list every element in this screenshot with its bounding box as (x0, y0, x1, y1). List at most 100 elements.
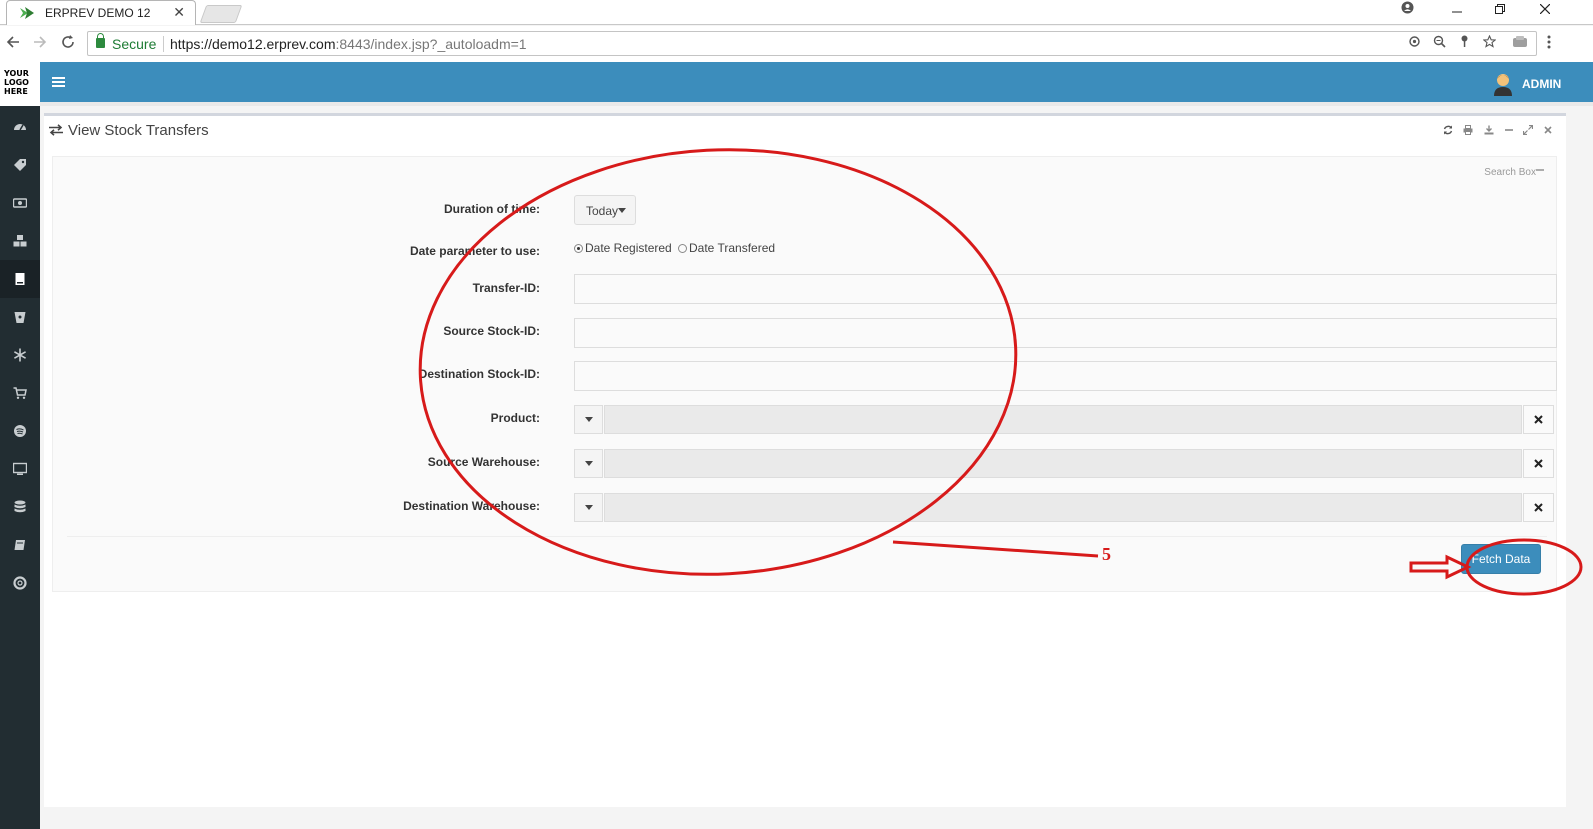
transfer-id-input[interactable] (574, 274, 1557, 304)
book-icon (15, 273, 25, 285)
window-close-icon[interactable] (1535, 1, 1555, 17)
user-name[interactable]: ADMIN (1522, 77, 1561, 91)
bitbucket-icon (14, 312, 26, 323)
radio-date-registered[interactable]: Date Registered (574, 241, 672, 255)
lock-icon (96, 33, 105, 48)
tab-title: ERPREV DEMO 12 (45, 6, 151, 20)
date-parameter-label: Date parameter to use: (409, 244, 540, 258)
download-icon[interactable] (1484, 125, 1494, 138)
caret-down-icon (584, 505, 593, 510)
url-path: :8443/index.jsp?_autoloadm=1 (335, 36, 527, 52)
product-select[interactable] (604, 405, 1522, 434)
close-icon[interactable] (1543, 125, 1553, 138)
sidebar-item-book[interactable] (0, 260, 40, 298)
forward-icon[interactable] (33, 33, 47, 54)
page-title: View Stock Transfers (68, 122, 209, 139)
clear-icon (1534, 459, 1543, 468)
source-warehouse-label: Source Warehouse: (427, 455, 540, 469)
search-box-title: Search Box (1484, 167, 1536, 178)
window-restore-icon[interactable] (1490, 1, 1510, 17)
fetch-data-button[interactable]: Fetch Data (1461, 544, 1541, 574)
logo-line: HERE (4, 87, 28, 96)
product-label: Product: (490, 411, 540, 425)
sidebar-item-desktop[interactable] (0, 450, 40, 488)
chrome-menu-icon[interactable] (1547, 35, 1551, 52)
profile-icon[interactable] (1397, 1, 1417, 17)
box-header: View Stock Transfers (48, 122, 209, 139)
source-warehouse-clear-button[interactable] (1523, 449, 1554, 478)
address-bar[interactable]: Secure https://demo12.erprev.com:8443/in… (87, 31, 1537, 56)
caret-down-icon (584, 461, 593, 466)
new-tab-button[interactable] (199, 5, 243, 23)
window-minimize-icon[interactable] (1447, 1, 1467, 17)
bookmark-star-icon[interactable] (1482, 34, 1497, 51)
caret-down-icon (584, 417, 593, 422)
reload-icon[interactable] (61, 33, 75, 54)
sidebar-item-cart[interactable] (0, 374, 40, 412)
tag-icon (14, 159, 26, 171)
sidebar-item-tags[interactable] (0, 146, 40, 184)
radio-date-transfered[interactable]: Date Transfered (678, 241, 775, 255)
form-divider (67, 536, 1547, 537)
sidebar-item-spotify[interactable] (0, 412, 40, 450)
key-icon[interactable] (1458, 35, 1471, 51)
desktop-icon (13, 462, 27, 475)
radio-checked-icon[interactable] (574, 244, 583, 253)
product-clear-button[interactable] (1523, 405, 1554, 434)
destination-warehouse-label: Destination Warehouse: (403, 499, 540, 513)
logo-line: YOUR (4, 69, 29, 78)
sidebar-item-dashboard[interactable] (0, 108, 40, 146)
caret-down-icon (618, 208, 627, 213)
source-stock-id-input[interactable] (574, 318, 1557, 348)
radio-date-transfered-label: Date Transfered (689, 241, 776, 255)
dashboard-icon (14, 124, 26, 131)
sidebar-item-support[interactable] (0, 564, 40, 602)
destination-warehouse-clear-button[interactable] (1523, 493, 1554, 522)
destination-warehouse-dropdown-button[interactable] (574, 493, 603, 522)
minimize-icon[interactable] (1504, 125, 1514, 138)
url-host: https://demo12.erprev.com (170, 36, 336, 52)
sidebar-item-ledger[interactable] (0, 526, 40, 564)
cubes-icon (13, 235, 27, 247)
exchange-icon (49, 124, 63, 136)
product-dropdown-button[interactable] (574, 405, 603, 434)
location-icon[interactable] (1408, 35, 1421, 51)
expand-icon[interactable] (1522, 124, 1534, 138)
destination-stock-id-label: Destination Stock-ID: (418, 367, 540, 381)
book-open-icon (14, 540, 25, 550)
zoom-icon[interactable] (1433, 35, 1446, 51)
url-text[interactable]: https://demo12.erprev.com:8443/index.jsp… (170, 36, 527, 52)
address-separator (163, 36, 164, 52)
browser-tab[interactable]: ERPREV DEMO 12 ✕ (6, 0, 196, 25)
source-warehouse-select[interactable] (604, 449, 1522, 478)
browser-tab-strip: ERPREV DEMO 12 ✕ (0, 0, 1593, 25)
spotify-icon (14, 425, 26, 437)
search-box-label[interactable]: Search Box (1484, 167, 1544, 178)
clear-icon (1534, 503, 1543, 512)
database-icon (14, 500, 26, 513)
destination-stock-id-input[interactable] (574, 361, 1557, 391)
sidebar-item-database[interactable] (0, 488, 40, 526)
print-icon[interactable] (1463, 125, 1473, 138)
duration-dropdown[interactable]: Today (574, 195, 636, 225)
snowflake-icon (14, 348, 26, 362)
sidebar-item-bitbucket[interactable] (0, 298, 40, 336)
tab-close-icon[interactable]: ✕ (173, 4, 185, 21)
radio-unchecked-icon[interactable] (678, 244, 687, 253)
menu-toggle-icon[interactable] (52, 77, 65, 87)
user-avatar[interactable] (1493, 72, 1513, 96)
back-icon[interactable] (6, 33, 20, 54)
collapse-icon[interactable] (1536, 167, 1544, 173)
search-box-panel: Search Box Duration of time: Today Date … (52, 156, 1557, 592)
sidebar-item-snowflake[interactable] (0, 336, 40, 374)
radio-date-registered-label: Date Registered (585, 241, 672, 255)
extension-icon[interactable] (1512, 35, 1528, 52)
sidebar-item-cubes[interactable] (0, 222, 40, 260)
source-warehouse-dropdown-button[interactable] (574, 449, 603, 478)
app-header: ADMIN (40, 62, 1593, 106)
content-box: View Stock Transfers Search Box Duration… (44, 113, 1566, 807)
sidebar-item-money[interactable] (0, 184, 40, 222)
browser-toolbar: Secure https://demo12.erprev.com:8443/in… (0, 26, 1593, 62)
destination-warehouse-select[interactable] (604, 493, 1522, 522)
refresh-icon[interactable] (1443, 125, 1453, 138)
